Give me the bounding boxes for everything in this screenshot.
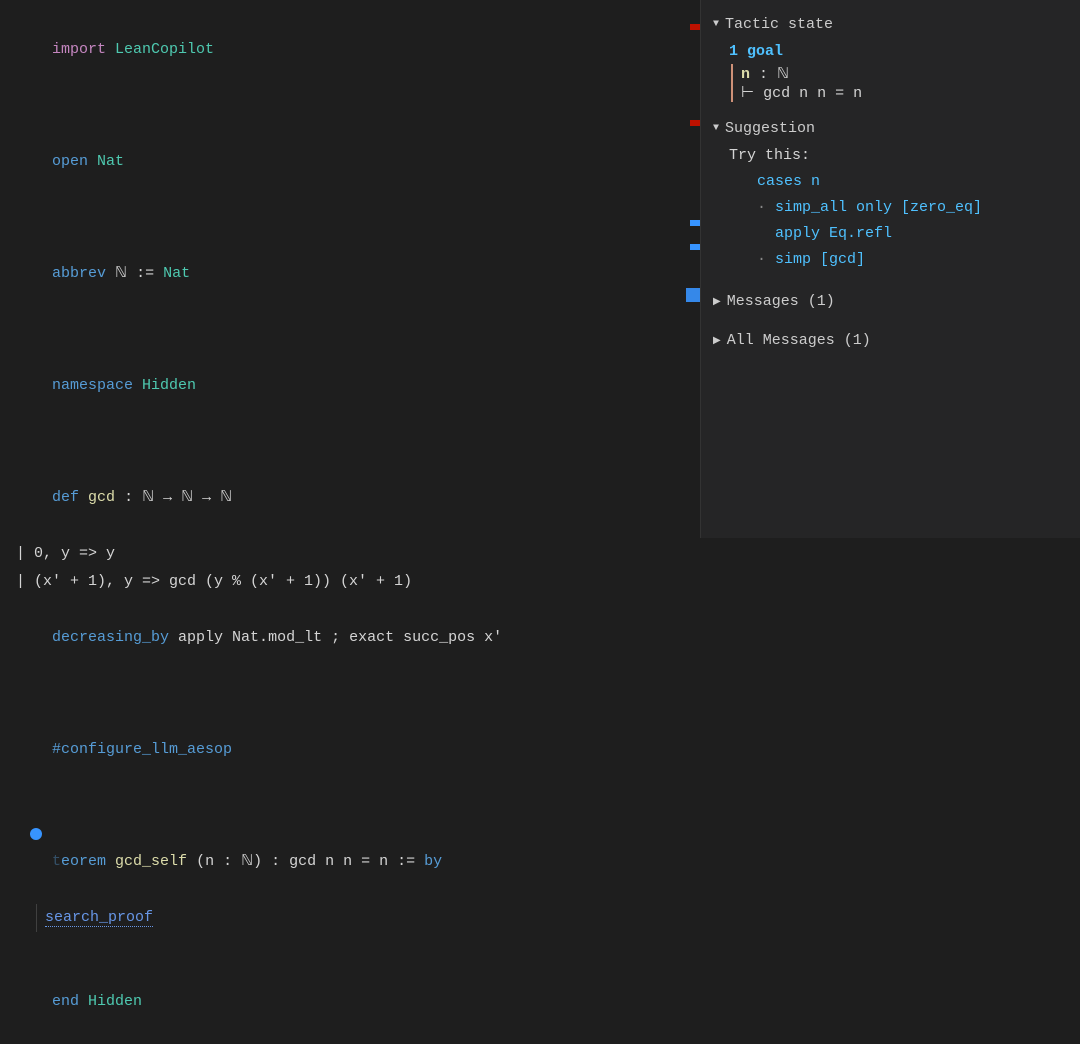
minimap-marker-error (690, 120, 700, 126)
tactic-state-label: Tactic state (725, 16, 833, 33)
hypothesis-type: ℕ (777, 66, 789, 83)
keyword-theorem: eorem (61, 853, 106, 870)
minimap[interactable] (686, 0, 700, 538)
open-namespace: Nat (97, 153, 124, 170)
goal-count: 1 goal (709, 43, 1072, 60)
abbrev-value: Nat (163, 265, 190, 282)
hypothesis-name: n (741, 66, 750, 83)
configure-llm-command: #configure_llm_aesop (52, 741, 232, 758)
keyword-by: by (424, 853, 442, 870)
def-name: gcd (88, 489, 115, 506)
def-signature: : ℕ → ℕ → ℕ (115, 489, 232, 506)
namespace-name: Hidden (142, 377, 196, 394)
def-case-succ: | (x' + 1), y => gcd (y % (x' + 1)) (x' … (16, 568, 700, 596)
minimap-marker-cursor (686, 288, 700, 302)
keyword-import: import (52, 41, 106, 58)
suggestion-body: Try this: cases n · simp_all only [zero_… (709, 143, 1072, 273)
lean-infoview: Tactic state 1 goal n : ℕ ⊢ gcd n n = n … (700, 0, 1080, 538)
def-case-0: | 0, y => y (16, 540, 700, 568)
messages-header[interactable]: Messages (1) (709, 287, 1072, 316)
keyword-theorem-obscured: t (52, 853, 61, 870)
minimap-marker-info (690, 220, 700, 226)
suggestion-apply-refl[interactable]: apply Eq.refl (775, 225, 892, 242)
try-this-label: Try this: (729, 143, 1072, 169)
suggestion-simp-args[interactable]: [gcd] (820, 251, 865, 268)
hypothesis-colon: : (750, 66, 777, 83)
goal-expression: gcd n n = n (763, 85, 862, 102)
theorem-signature: (n : ℕ) : gcd n n = n := (187, 853, 424, 870)
minimap-marker-info (690, 244, 700, 250)
messages-label: Messages (1) (727, 293, 835, 310)
keyword-def: def (52, 489, 79, 506)
end-namespace: Hidden (88, 993, 142, 1010)
suggestion-simp-all-args[interactable]: [zero_eq] (901, 199, 982, 216)
module-name: LeanCopilot (115, 41, 214, 58)
suggestion-simp[interactable]: simp (775, 251, 820, 268)
suggestion-header[interactable]: Suggestion (709, 114, 1072, 143)
all-messages-label: All Messages (1) (727, 332, 871, 349)
decreasing-by: decreasing_by (52, 629, 169, 646)
minimap-marker-error (690, 24, 700, 30)
turnstile-icon: ⊢ (741, 85, 763, 102)
decreasing-tactics: apply Nat.mod_lt ; exact succ_pos x' (169, 629, 502, 646)
suggestion-cases[interactable]: cases n (757, 173, 820, 190)
suggestion-label: Suggestion (725, 120, 815, 137)
assign-op: := (136, 265, 154, 282)
gutter-breakpoint-icon[interactable] (30, 828, 42, 840)
theorem-name: gcd_self (106, 853, 187, 870)
type-symbol: ℕ (115, 265, 127, 282)
keyword-open: open (52, 153, 88, 170)
all-messages-header[interactable]: All Messages (1) (709, 326, 1072, 355)
keyword-namespace: namespace (52, 377, 133, 394)
code-editor[interactable]: import LeanCopilot open Nat abbrev ℕ := … (0, 0, 700, 538)
bullet-icon: · (757, 251, 775, 268)
goal-block: n : ℕ ⊢ gcd n n = n (731, 64, 1072, 102)
keyword-abbrev: abbrev (52, 265, 106, 282)
bullet-icon: · (757, 199, 775, 216)
keyword-end: end (52, 993, 79, 1010)
tactic-state-header[interactable]: Tactic state (709, 10, 1072, 39)
suggestion-simp-all[interactable]: simp_all only (775, 199, 901, 216)
search-proof-tactic[interactable]: search_proof (45, 909, 153, 927)
